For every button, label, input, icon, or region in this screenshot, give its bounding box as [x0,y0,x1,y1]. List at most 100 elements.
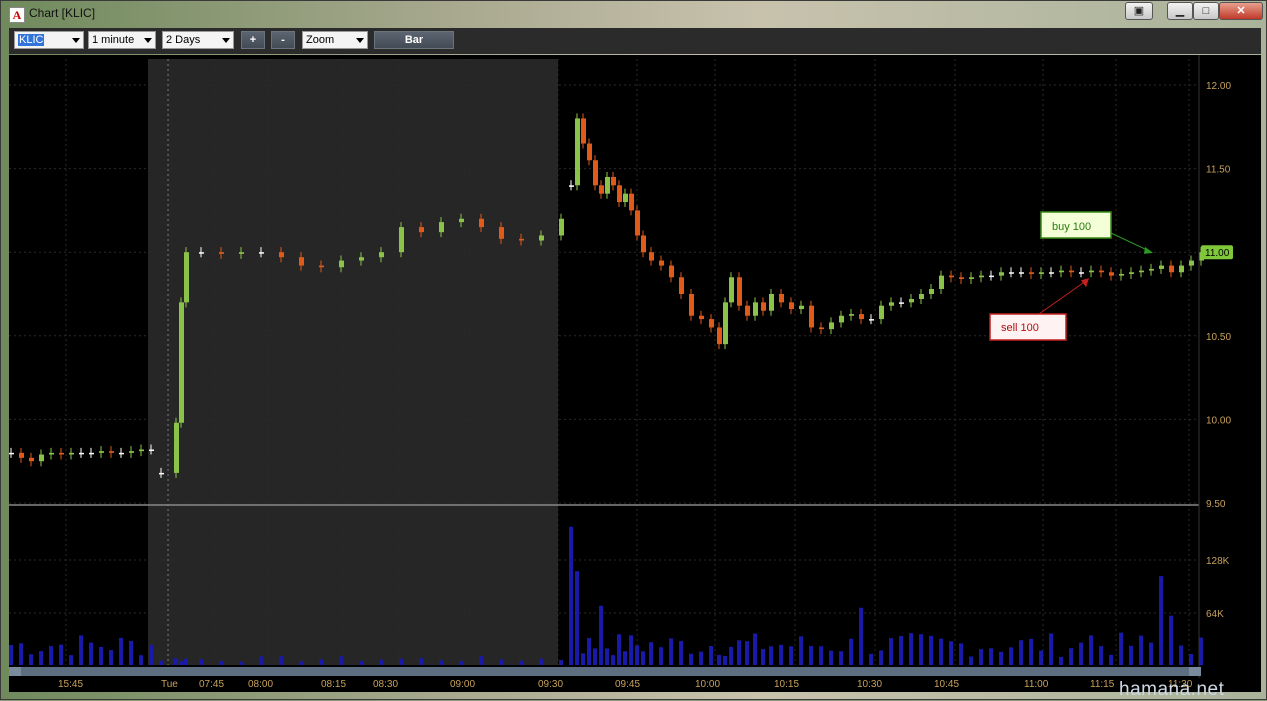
interval-value: 1 minute [92,34,135,46]
zoom-mode-dropdown[interactable]: Zoom [302,31,368,49]
candle-body [184,252,189,303]
price-volume-chart[interactable]: 12.00 11.50 10.50 10.00 9.50 128K 64K 11.00 buy… [9,55,1261,681]
candle-body [989,275,994,278]
volume-bar [1079,642,1083,665]
candle-body [1059,270,1064,273]
price-tick-label: 12.00 [1206,81,1231,92]
chevron-down-icon [222,38,230,43]
candle-body [641,235,646,253]
candle-body [9,452,14,455]
minimize-button[interactable]: ▁ [1167,2,1193,20]
volume-bar [819,646,823,665]
candle-body [587,143,592,161]
candle-body [769,294,774,311]
candle-body [1109,272,1114,276]
volume-bar [929,635,933,665]
candle-body [279,252,284,258]
volume-bar [1109,654,1113,665]
volume-bar [789,646,793,665]
maximize-button[interactable]: □ [1193,2,1219,20]
chevron-down-icon [72,38,80,43]
candle-body [174,422,179,473]
candle-body [729,277,734,303]
minimize-icon: ▁ [1175,5,1185,17]
candle-body [699,315,704,320]
volume-bar [69,655,73,665]
volume-bar [809,645,813,665]
volume-bar [139,655,143,665]
chart-window: A Chart [KLIC] ▣ ▁ □ ✕ KLIC 1 minute 2 D… [0,0,1267,700]
interval-dropdown[interactable]: 1 minute [88,31,156,49]
detach-icon: ▣ [1133,5,1145,17]
volume-bar [611,655,615,665]
time-tick-label: 10:30 [857,679,883,690]
last-price-label: 11.00 [1205,248,1230,259]
zoom-out-button[interactable]: - [271,31,295,49]
volume-bar [359,660,363,665]
candle-body [623,193,628,203]
title-bar[interactable]: A Chart [KLIC] ▣ ▁ □ ✕ [1,1,1266,27]
volume-bar [184,658,188,665]
volume-bar [1039,650,1043,665]
candle-body [919,294,924,300]
price-tick-label: 10.00 [1206,415,1231,426]
zoom-in-button[interactable]: + [241,31,265,49]
candle-body [439,222,444,233]
candle-body [139,449,144,452]
time-tick-label: 15:45 [58,679,84,690]
symbol-dropdown[interactable]: KLIC [14,31,84,49]
volume-bar [879,650,883,665]
candle-body [19,452,24,458]
time-tick-label: 10:00 [695,679,721,690]
candle-body [89,452,94,455]
close-button[interactable]: ✕ [1219,2,1263,20]
candle-body [979,275,984,278]
volume-bar [1029,638,1033,665]
chart-type-button[interactable]: Bar [374,31,454,49]
chart-toolbar: KLIC 1 minute 2 Days + - Zoom Bar [9,28,1261,54]
candle-body [1099,270,1104,273]
candle-body [1089,270,1094,273]
candle-body [1139,270,1144,273]
candle-body [69,452,74,455]
volume-bar [669,638,673,665]
scroll-right-arrow-icon[interactable] [1189,667,1201,676]
volume-bar [1049,633,1053,665]
candle-body [1159,265,1164,269]
volume-bar [119,637,123,665]
chart-area[interactable]: 12.00 11.50 10.50 10.00 9.50 128K 64K 11.00 buy… [9,55,1261,681]
candle-body [575,118,580,186]
volume-bar [1159,576,1163,665]
volume-bar [319,659,323,665]
volume-bar [587,638,591,665]
volume-bar [593,648,597,665]
candle-body [479,218,484,228]
volume-bar [1149,642,1153,665]
volume-bar [859,607,863,665]
candle-body [745,305,750,316]
candle-body [239,252,244,254]
volume-bar [299,661,303,665]
price-tick-label: 11.50 [1206,165,1231,176]
volume-bar [459,661,463,665]
volume-bar [949,641,953,665]
volume-bar [1189,654,1193,665]
volume-bar [1089,635,1093,665]
sell-arrow-head-icon [1081,278,1089,288]
horizontal-scrollbar[interactable] [9,667,1201,676]
volume-bar [439,660,443,665]
range-dropdown[interactable]: 2 Days [162,31,234,49]
range-value: 2 Days [166,34,201,46]
scroll-left-arrow-icon[interactable] [9,667,21,676]
volume-bar [723,655,727,665]
volume-tick-label: 128K [1206,556,1230,567]
volume-bar [919,634,923,665]
volume-bar [174,658,178,665]
volume-bar [479,656,483,665]
candle-body [635,210,640,236]
detach-button[interactable]: ▣ [1125,2,1153,20]
candle-body [1119,273,1124,276]
candle-body [99,451,104,453]
candle-body [459,218,464,223]
time-tick-label: 11:00 [1024,679,1049,690]
